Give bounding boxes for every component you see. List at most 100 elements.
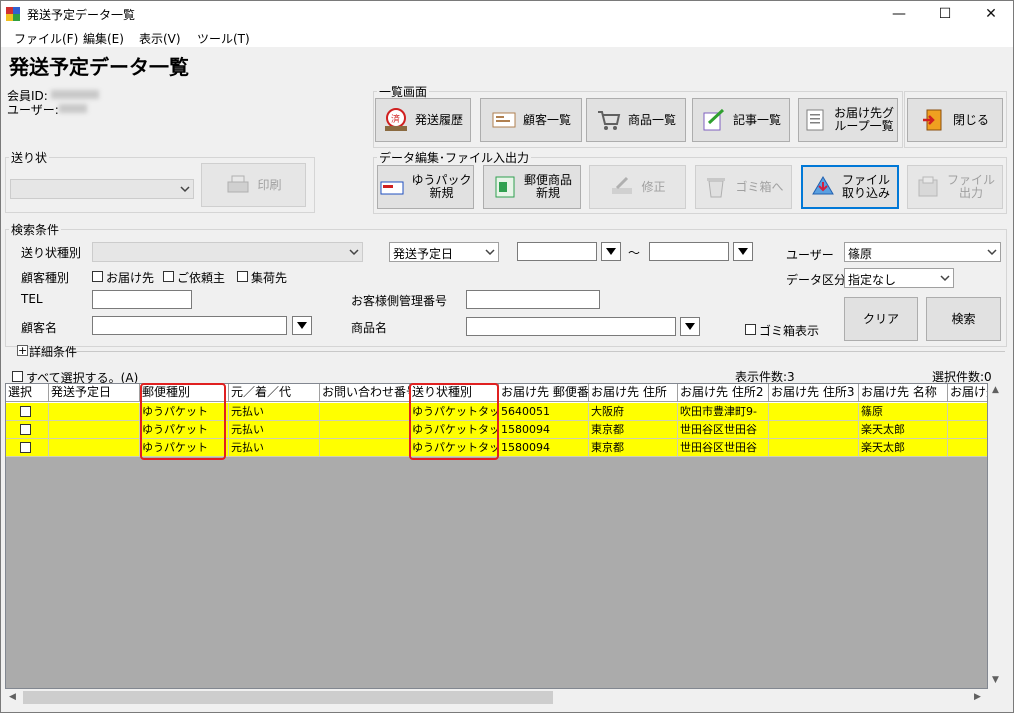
cart-icon [597, 111, 621, 130]
trash-button[interactable]: ゴミ箱へ [695, 165, 792, 209]
edit-icon [612, 176, 633, 194]
col-address[interactable]: お届け先 住所 [589, 384, 678, 402]
vertical-scrollbar[interactable]: ▲ ▼ [988, 383, 1005, 689]
postal-product-new-label: 郵便商品 新規 [523, 173, 572, 200]
date-to-picker-button[interactable] [733, 242, 753, 261]
chevron-down-icon [987, 249, 997, 256]
mgmt-no-input[interactable] [466, 290, 600, 309]
chevron-down-icon [180, 186, 190, 193]
date-from-input[interactable] [517, 242, 597, 261]
col-payment[interactable]: 元／着／代 [229, 384, 320, 402]
menu-file[interactable]: ファイル(F) [14, 30, 78, 47]
col-address2[interactable]: お届け先 住所2 [678, 384, 769, 402]
customer-name-input[interactable] [92, 316, 287, 335]
customer-type-label: 顧客種別 [21, 271, 70, 285]
minimize-button[interactable]: — [876, 1, 922, 27]
article-list-button[interactable]: 記事一覧 [692, 98, 790, 142]
file-import-button[interactable]: ファイル 取り込み [801, 165, 899, 209]
yupack-new-button[interactable]: ゆうパック 新規 [377, 165, 474, 209]
row-select-cell[interactable] [6, 403, 49, 421]
menu-edit[interactable]: 編集(E) [83, 30, 124, 47]
delivery-group-list-button[interactable]: お届け先グ ループ一覧 [798, 98, 898, 142]
invoice-type-select[interactable] [92, 242, 363, 262]
client-checkbox[interactable] [163, 271, 174, 282]
postal-product-new-button[interactable]: 郵便商品 新規 [483, 165, 581, 209]
col-dest-more[interactable]: お届け先 [948, 384, 987, 402]
clear-label: クリア [862, 311, 899, 326]
search-button[interactable]: 検索 [926, 297, 1001, 341]
invoice-type-label: 送り状種別 [21, 246, 82, 260]
maximize-button[interactable]: ☐ [922, 1, 968, 27]
cell-ship-date [49, 403, 140, 421]
detail-divider [41, 351, 1005, 352]
product-list-button[interactable]: 商品一覧 [586, 98, 686, 142]
scroll-left-arrow-icon[interactable]: ◀ [9, 692, 16, 702]
client-label: ご依頼主 [177, 271, 226, 285]
product-name-dropdown[interactable] [680, 317, 700, 336]
svg-text:済: 済 [391, 113, 400, 125]
data-class-select[interactable]: 指定なし [844, 268, 954, 288]
file-export-button[interactable]: ファイル 出力 [907, 165, 1003, 209]
scroll-right-arrow-icon[interactable]: ▶ [974, 692, 981, 702]
col-address3[interactable]: お届け先 住所3 [769, 384, 859, 402]
customer-name-dropdown[interactable] [292, 316, 312, 335]
row-select-cell[interactable] [6, 421, 49, 439]
window-title: 発送予定データ一覧 [27, 8, 136, 22]
article-list-label: 記事一覧 [732, 112, 781, 127]
close-label: 閉じる [952, 112, 989, 127]
cell-inquiry-no [320, 439, 410, 457]
postal-icon [495, 176, 515, 198]
cell-postal-code: 1580094 [499, 421, 589, 439]
delivery-group-list-label: お届け先グ ループ一覧 [833, 106, 894, 133]
search-label: 検索条件 [9, 221, 62, 238]
menu-view[interactable]: 表示(V) [139, 30, 181, 47]
cell-address3 [769, 403, 859, 421]
user-value: 篠原 [848, 247, 873, 261]
member-id-redacted [51, 90, 99, 99]
row-checkbox[interactable] [20, 442, 31, 453]
menu-tools[interactable]: ツール(T) [197, 30, 250, 47]
col-select[interactable]: 選択 [6, 384, 49, 402]
pickup-checkbox[interactable] [237, 271, 248, 282]
select-all-checkbox[interactable] [12, 371, 23, 382]
cell-dest-name: 楽天太郎 [859, 421, 948, 439]
scroll-down-arrow-icon[interactable]: ▼ [992, 675, 999, 685]
shipping-history-button[interactable]: 済 発送履歴 [375, 98, 471, 142]
col-postal-code[interactable]: お届け先 郵便番号 [499, 384, 589, 402]
col-ship-date[interactable]: 発送予定日 [49, 384, 140, 402]
tel-input[interactable] [92, 290, 192, 309]
close-window-button[interactable]: ✕ [968, 1, 1013, 27]
search-button-label: 検索 [951, 311, 976, 326]
product-name-input[interactable] [466, 317, 676, 336]
cell-address: 大阪府 [589, 403, 678, 421]
cell-payment: 元払い [229, 421, 320, 439]
customer-list-button[interactable]: 顧客一覧 [480, 98, 582, 142]
invoice-select[interactable] [10, 179, 194, 199]
clear-button[interactable]: クリア [844, 297, 918, 341]
detail-expand-toggle[interactable]: + [17, 345, 28, 356]
cell-ship-date [49, 421, 140, 439]
row-checkbox[interactable] [20, 406, 31, 417]
print-button[interactable]: 印刷 [201, 163, 306, 207]
trash-show-checkbox[interactable] [745, 324, 756, 335]
cell-dest-more [948, 403, 987, 421]
date-to-input[interactable] [649, 242, 729, 261]
date-type-select[interactable]: 発送予定日 [389, 242, 499, 262]
col-inquiry-no[interactable]: お問い合わせ番号 [320, 384, 410, 402]
scroll-up-arrow-icon[interactable]: ▲ [992, 385, 999, 395]
col-dest-name[interactable]: お届け先 名称 [859, 384, 948, 402]
chevron-down-icon [349, 249, 359, 256]
edit-button[interactable]: 修正 [589, 165, 686, 209]
delivery-dest-checkbox[interactable] [92, 271, 103, 282]
row-checkbox[interactable] [20, 424, 31, 435]
export-icon [918, 176, 938, 197]
horizontal-scrollbar[interactable]: ◀ ▶ [5, 689, 988, 706]
history-icon: 済 [384, 108, 407, 131]
cell-address3 [769, 439, 859, 457]
row-select-cell[interactable] [6, 439, 49, 457]
user-select[interactable]: 篠原 [844, 242, 1001, 262]
close-button[interactable]: 閉じる [907, 98, 1003, 142]
date-from-picker-button[interactable] [601, 242, 621, 261]
trash-show-label: ゴミ箱表示 [759, 324, 820, 338]
horizontal-scroll-thumb[interactable] [23, 691, 553, 704]
